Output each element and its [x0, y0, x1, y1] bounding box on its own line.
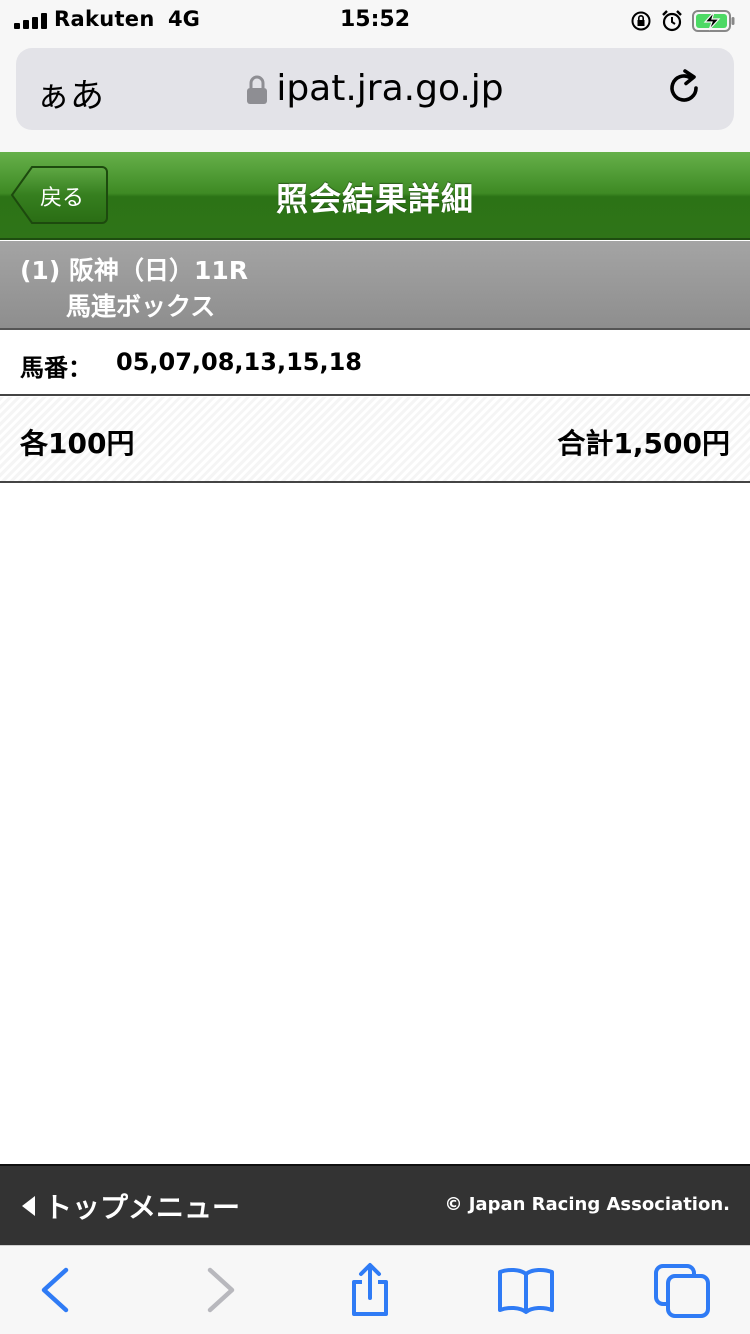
page-footer: トップメニュー © Japan Racing Association. [0, 1164, 750, 1245]
horse-numbers-label: 馬番： [20, 354, 92, 382]
address-bar[interactable]: ぁあ ipat.jra.go.jp [16, 48, 734, 130]
total-amount: 合計1,500円 [557, 427, 730, 460]
alarm-icon [662, 10, 682, 32]
book-icon[interactable] [496, 1262, 556, 1318]
browser-address-area: ぁあ ipat.jra.go.jp [0, 40, 750, 152]
lock-icon [247, 75, 268, 104]
horse-numbers-value: 05,07,08,13,15,18 [116, 348, 362, 376]
amount-row: 各100円 合計1,500円 [0, 397, 750, 483]
status-icons [630, 8, 736, 34]
page-title: 照会結果詳細 [275, 180, 474, 218]
orientation-lock-icon [631, 11, 651, 31]
tabs-icon[interactable] [652, 1262, 712, 1318]
chevron-left-icon[interactable] [26, 1262, 86, 1318]
race-name: (1) 阪神（日）11R [20, 256, 248, 285]
bet-type: 馬連ボックス [66, 292, 216, 321]
page-header: 戻る 照会結果詳細 [0, 152, 750, 240]
url-domain-text: ipat.jra.go.jp [276, 68, 504, 109]
triangle-left-icon [22, 1196, 35, 1216]
reload-icon[interactable] [662, 66, 706, 110]
browser-toolbar [0, 1245, 750, 1334]
url-display[interactable]: ipat.jra.go.jp [16, 68, 734, 109]
horse-numbers-row: 馬番： 05,07,08,13,15,18 [0, 330, 750, 396]
race-info-band: (1) 阪神（日）11R 馬連ボックス [0, 241, 750, 330]
unit-amount: 各100円 [20, 427, 135, 460]
copyright-text: © Japan Racing Association. [444, 1194, 730, 1215]
top-menu-link[interactable]: トップメニュー [20, 1188, 240, 1224]
top-menu-label: トップメニュー [44, 1191, 241, 1224]
battery-charging-icon [692, 10, 735, 32]
status-bar: Rakuten 4G 15:52 [0, 0, 750, 40]
share-icon[interactable] [340, 1262, 400, 1318]
chevron-right-icon[interactable] [190, 1262, 250, 1318]
